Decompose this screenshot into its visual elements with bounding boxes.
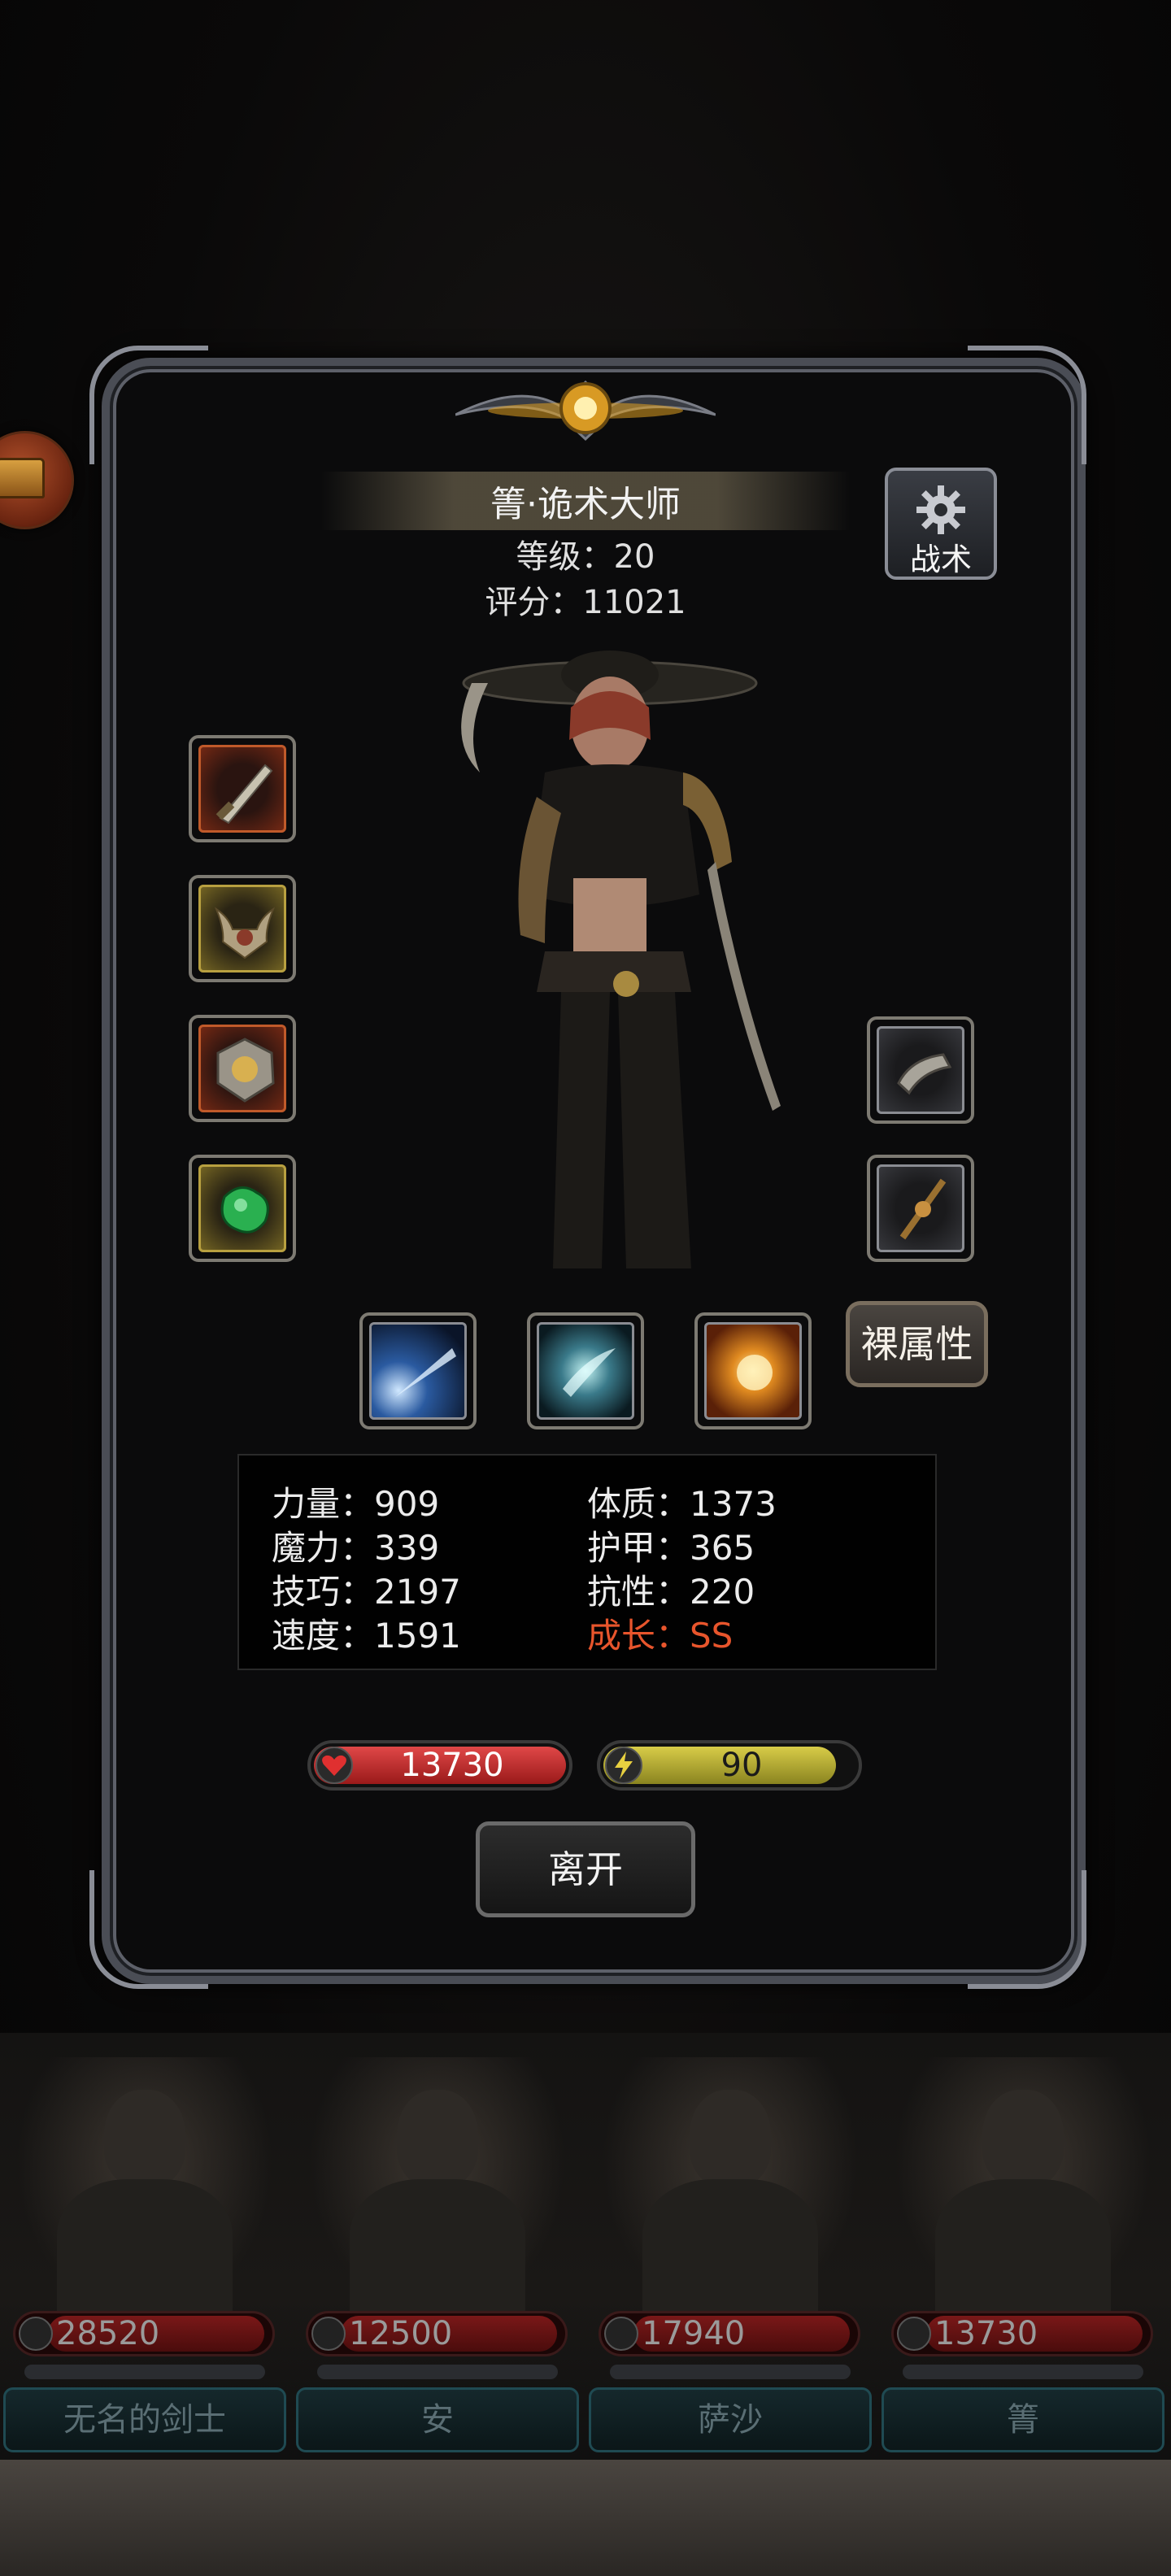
leave-button[interactable]: 离开 xyxy=(476,1821,695,1917)
hp-value: 13730 xyxy=(400,1747,504,1784)
roster-card-4[interactable]: 13730 箐 xyxy=(878,2033,1168,2456)
helmet-icon xyxy=(214,907,276,959)
hp-orb-icon xyxy=(311,2317,346,2351)
fire-burst-skill-icon xyxy=(737,1355,773,1390)
roster-hp-bar: 17940 xyxy=(599,2311,860,2356)
stat-constitution: 体质：1373 xyxy=(587,1484,777,1524)
tactics-button[interactable]: 战术 xyxy=(885,468,997,580)
hero-score: 评分：11021 xyxy=(485,584,686,621)
heart-icon xyxy=(316,1747,353,1784)
roster-hp-bar: 12500 xyxy=(306,2311,568,2356)
hp-orb-icon xyxy=(604,2317,638,2351)
roster-name: 萨沙 xyxy=(589,2387,872,2452)
stat-resistance: 抗性：220 xyxy=(587,1572,755,1612)
stat-growth: 成长：SS xyxy=(587,1616,734,1656)
energy-bar: 90 xyxy=(597,1740,862,1791)
roster-hp-value: 12500 xyxy=(349,2315,453,2352)
roster-portrait xyxy=(16,2057,273,2317)
roster-portrait xyxy=(309,2057,566,2317)
tactics-label: 战术 xyxy=(909,542,972,577)
hp-bar: 13730 xyxy=(307,1740,572,1791)
stat-strength: 力量：909 xyxy=(272,1484,440,1524)
roster-secondary-bar xyxy=(317,2365,558,2379)
roster-name: 无名的剑士 xyxy=(3,2387,286,2452)
roster-portrait xyxy=(895,2057,1151,2317)
equip-slot-bracer[interactable] xyxy=(867,1016,974,1124)
hp-orb-icon xyxy=(19,2317,53,2351)
gear-icon xyxy=(916,485,965,534)
stat-skill: 技巧：2197 xyxy=(272,1572,461,1612)
frame-ornament xyxy=(968,346,1086,464)
equip-slot-helmet[interactable] xyxy=(189,875,296,982)
roster-name: 箐 xyxy=(882,2387,1164,2452)
floor-strip xyxy=(0,2460,1171,2576)
stats-panel: 力量：909 魔力：339 技巧：2197 速度：1591 体质：1373 护甲… xyxy=(237,1454,937,1670)
amulet-icon xyxy=(216,1038,275,1103)
staff-icon xyxy=(899,1178,947,1240)
hero-name: 箐·诡术大师 xyxy=(490,484,681,525)
stat-speed: 速度：1591 xyxy=(272,1616,461,1656)
roster-secondary-bar xyxy=(903,2365,1143,2379)
roster-hp-value: 13730 xyxy=(934,2315,1038,2352)
roster-name: 安 xyxy=(296,2387,579,2452)
naked-attributes-button[interactable]: 裸属性 xyxy=(846,1301,988,1387)
bracer-icon xyxy=(897,1053,952,1095)
roster-card-3[interactable]: 17940 萨沙 xyxy=(586,2033,875,2456)
treasure-chest-icon xyxy=(0,458,45,498)
roster-hp-bar: 13730 xyxy=(891,2311,1153,2356)
stat-armor: 护甲：365 xyxy=(587,1528,755,1568)
roster-hp-value: 28520 xyxy=(56,2315,160,2352)
roster-secondary-bar xyxy=(610,2365,851,2379)
dagger-icon xyxy=(215,764,273,825)
roster-secondary-bar xyxy=(24,2365,265,2379)
equip-slot-weapon[interactable] xyxy=(189,735,296,842)
frame-ornament xyxy=(89,1870,208,1989)
treasure-chest-button[interactable] xyxy=(0,431,74,529)
equip-slot-gem[interactable] xyxy=(189,1155,296,1262)
lightning-icon xyxy=(605,1747,642,1784)
stat-magic: 魔力：339 xyxy=(272,1528,440,1568)
green-gem-icon xyxy=(220,1186,269,1234)
energy-value: 90 xyxy=(720,1747,763,1784)
frame-ornament xyxy=(968,1870,1086,1989)
roster-hp-value: 17940 xyxy=(642,2315,746,2352)
frame-ornament xyxy=(89,346,208,464)
hp-orb-icon xyxy=(897,2317,931,2351)
roster-card-1[interactable]: 28520 无名的剑士 xyxy=(0,2033,289,2456)
equip-slot-amulet[interactable] xyxy=(189,1015,296,1122)
panel-crest-emblem xyxy=(455,380,716,442)
roster-card-2[interactable]: 12500 安 xyxy=(293,2033,582,2456)
ice-slash-skill-icon xyxy=(563,1348,616,1397)
roster-hp-bar: 28520 xyxy=(13,2311,275,2356)
skill-slot-2[interactable] xyxy=(527,1312,644,1429)
blue-beam-skill-icon xyxy=(395,1348,456,1397)
skill-slot-3[interactable] xyxy=(694,1312,812,1429)
hero-level: 等级：20 xyxy=(516,538,655,576)
skill-slot-1[interactable] xyxy=(359,1312,477,1429)
equip-slot-staff[interactable] xyxy=(867,1155,974,1262)
roster-portrait xyxy=(602,2057,859,2317)
